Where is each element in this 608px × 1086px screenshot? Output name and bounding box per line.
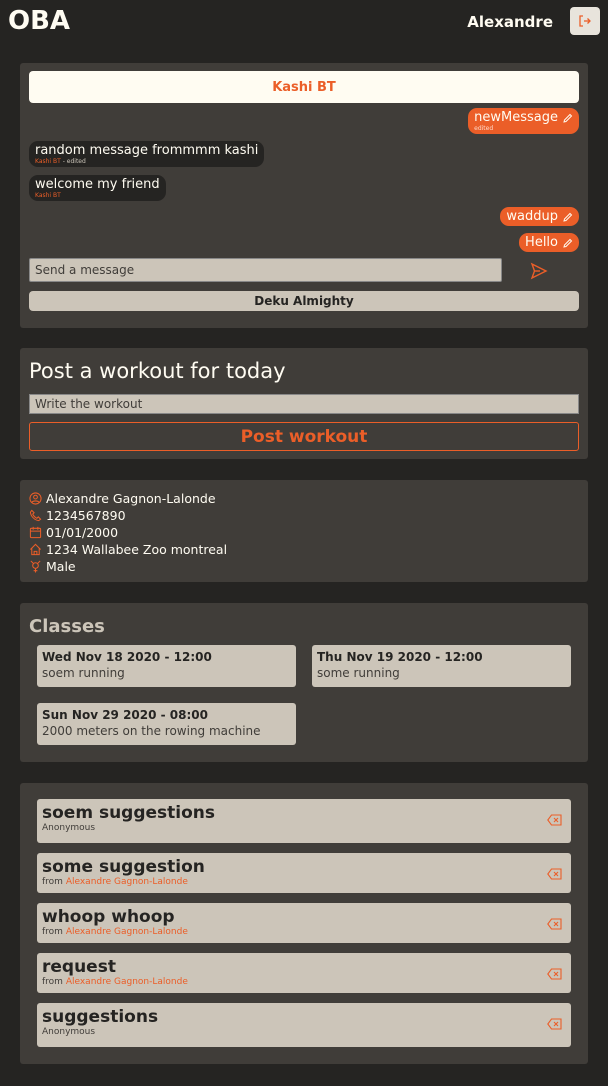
delete-suggestion-icon[interactable] xyxy=(547,868,562,880)
home-icon xyxy=(30,543,41,556)
current-user-name: Alexandre xyxy=(467,13,553,31)
class-description: 2000 meters on the rowing machine xyxy=(42,724,261,738)
suggestion-from-label: from xyxy=(42,877,66,887)
class-card[interactable]: Wed Nov 18 2020 - 12:00 soem running xyxy=(37,645,296,687)
suggestion-item: suggestions Anonymous xyxy=(37,1003,571,1047)
class-date: Thu Nov 19 2020 - 12:00 xyxy=(317,650,483,664)
profile-gender-row: Male xyxy=(29,559,76,574)
chat-message-sent: waddup xyxy=(500,207,579,226)
suggestion-item: request from Alexandre Gagnon-Lalonde xyxy=(37,953,571,993)
delete-suggestion-icon[interactable] xyxy=(547,1018,562,1030)
suggestion-author[interactable]: Alexandre Gagnon-Lalonde xyxy=(66,877,188,887)
workout-panel: Post a workout for today Post workout xyxy=(20,348,588,459)
send-icon xyxy=(530,262,548,280)
chat-message-sent: newMessage edited xyxy=(468,108,579,134)
calendar-icon xyxy=(29,526,42,539)
suggestion-title: whoop whoop xyxy=(42,907,175,927)
logout-button[interactable] xyxy=(570,7,600,35)
chat-contact-tab[interactable]: Deku Almighty xyxy=(29,291,579,311)
edit-pencil-icon[interactable] xyxy=(563,113,573,123)
message-text: random message frommmm kashi xyxy=(35,143,259,158)
profile-panel: Alexandre Gagnon-Lalonde 1234567890 01/0… xyxy=(20,480,588,582)
message-edited-tag: edited xyxy=(474,125,494,132)
chat-message-received: random message frommmm kashi Kashi BT - … xyxy=(29,141,265,167)
message-author: Kashi BT xyxy=(35,192,61,199)
delete-suggestion-icon[interactable] xyxy=(547,968,562,980)
class-card[interactable]: Thu Nov 19 2020 - 12:00 some running xyxy=(312,645,571,687)
message-author: Kashi BT xyxy=(35,158,61,165)
logout-icon xyxy=(579,15,591,27)
suggestion-title: request xyxy=(42,957,116,977)
profile-gender: Male xyxy=(46,559,76,574)
profile-address: 1234 Wallabee Zoo montreal xyxy=(46,542,228,557)
delete-suggestion-icon[interactable] xyxy=(547,814,562,826)
delete-suggestion-icon[interactable] xyxy=(547,918,562,930)
suggestion-item: whoop whoop from Alexandre Gagnon-Lalond… xyxy=(37,903,571,943)
class-date: Sun Nov 29 2020 - 08:00 xyxy=(42,708,209,722)
message-text: Hello xyxy=(525,235,558,250)
post-workout-button[interactable]: Post workout xyxy=(29,422,579,451)
suggestion-title: some suggestion xyxy=(42,857,205,877)
send-button[interactable] xyxy=(528,260,550,282)
top-bar: OBA Alexandre xyxy=(0,0,608,46)
suggestion-title: soem suggestions xyxy=(42,803,216,823)
chat-contact-header[interactable]: Kashi BT xyxy=(29,71,579,103)
suggestion-item: some suggestion from Alexandre Gagnon-La… xyxy=(37,853,571,893)
suggestion-title: suggestions xyxy=(42,1007,159,1027)
profile-phone-row: 1234567890 xyxy=(29,508,126,523)
user-circle-icon xyxy=(29,492,42,505)
classes-panel: Classes Wed Nov 18 2020 - 12:00 soem run… xyxy=(20,603,588,762)
suggestions-panel: soem suggestions Anonymous some suggesti… xyxy=(20,783,588,1064)
class-date: Wed Nov 18 2020 - 12:00 xyxy=(42,650,212,664)
workout-title: Post a workout for today xyxy=(29,359,286,383)
message-text: welcome my friend xyxy=(35,177,160,192)
suggestion-author[interactable]: Alexandre Gagnon-Lalonde xyxy=(66,977,188,987)
suggestion-from-label: from xyxy=(42,977,66,987)
phone-icon xyxy=(29,509,42,522)
message-edited-tag: - edited xyxy=(60,158,86,165)
suggestion-item: soem suggestions Anonymous xyxy=(37,799,571,843)
workout-input[interactable] xyxy=(29,394,579,414)
profile-address-row: 1234 Wallabee Zoo montreal xyxy=(29,542,227,557)
suggestion-author[interactable]: Alexandre Gagnon-Lalonde xyxy=(66,927,188,937)
profile-birthdate-row: 01/01/2000 xyxy=(29,525,118,540)
profile-name: Alexandre Gagnon-Lalonde xyxy=(46,491,216,506)
chat-panel: Kashi BT newMessage edited random messag… xyxy=(20,63,588,328)
classes-title: Classes xyxy=(29,616,105,637)
class-card[interactable]: Sun Nov 29 2020 - 08:00 2000 meters on t… xyxy=(37,703,296,745)
chat-message-sent: Hello xyxy=(519,233,579,252)
message-text: waddup xyxy=(506,209,558,224)
profile-birthdate: 01/01/2000 xyxy=(46,525,119,540)
edit-pencil-icon[interactable] xyxy=(563,212,573,222)
profile-name-row: Alexandre Gagnon-Lalonde xyxy=(29,491,216,506)
profile-phone: 1234567890 xyxy=(46,508,126,523)
class-description: some running xyxy=(317,666,400,680)
suggestion-from-label: from xyxy=(42,927,66,937)
message-text: newMessage xyxy=(474,110,558,125)
class-description: soem running xyxy=(42,666,125,680)
message-input[interactable] xyxy=(29,258,502,282)
app-logo[interactable]: OBA xyxy=(8,6,70,36)
suggestion-author: Anonymous xyxy=(42,1027,96,1037)
suggestion-author: Anonymous xyxy=(42,823,96,833)
gender-icon xyxy=(30,560,41,573)
edit-pencil-icon[interactable] xyxy=(563,238,573,248)
chat-message-received: welcome my friend Kashi BT xyxy=(29,175,166,201)
